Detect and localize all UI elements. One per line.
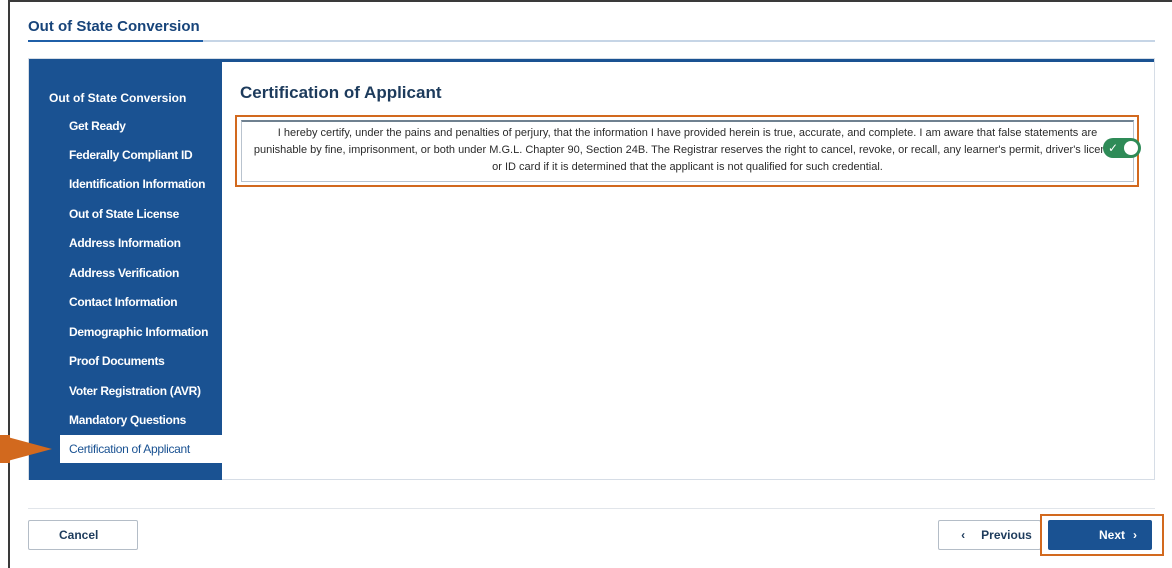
sidebar-item-mandatory-questions[interactable]: Mandatory Questions xyxy=(60,406,222,434)
sidebar-item-get-ready[interactable]: Get Ready xyxy=(60,112,222,140)
toggle-knob xyxy=(1124,141,1138,155)
sidebar-item-identification-information[interactable]: Identification Information xyxy=(60,170,222,198)
sidebar-item-address-information[interactable]: Address Information xyxy=(60,229,222,257)
sidebar-item-contact-information[interactable]: Contact Information xyxy=(60,288,222,316)
chevron-left-icon: ‹ xyxy=(961,528,966,542)
previous-button-label: Previous xyxy=(981,528,1032,542)
chevron-right-icon: › xyxy=(1133,528,1137,542)
next-button-label: Next xyxy=(1098,528,1125,542)
next-button[interactable]: Next › xyxy=(1048,520,1152,550)
sidebar-item-out-of-state-license[interactable]: Out of State License xyxy=(60,200,222,228)
footer-divider xyxy=(28,508,1155,509)
certify-toggle[interactable]: ✓ xyxy=(1103,138,1141,158)
cancel-button[interactable]: Cancel xyxy=(28,520,138,550)
sidebar-item-address-verification[interactable]: Address Verification xyxy=(60,259,222,287)
annotation-arrow-icon xyxy=(0,435,52,463)
sidebar-item-proof-documents[interactable]: Proof Documents xyxy=(60,347,222,375)
sidebar-item-certification-of-applicant[interactable]: Certification of Applicant xyxy=(60,435,222,463)
section-title: Certification of Applicant xyxy=(240,83,442,102)
cancel-button-label: Cancel xyxy=(59,528,99,542)
wizard-sidebar: Out of State Conversion Get Ready Federa… xyxy=(29,62,222,480)
page-title: Out of State Conversion xyxy=(28,18,200,35)
certification-highlight: I hereby certify, under the pains and pe… xyxy=(235,115,1141,187)
previous-button[interactable]: ‹ Previous xyxy=(938,520,1041,550)
sidebar-item-federally-compliant-id[interactable]: Federally Compliant ID xyxy=(60,141,222,169)
sidebar-item-voter-registration[interactable]: Voter Registration (AVR) xyxy=(60,377,222,405)
wizard-panel: Out of State Conversion Get Ready Federa… xyxy=(28,58,1155,480)
check-icon: ✓ xyxy=(1108,141,1119,155)
title-underline xyxy=(28,40,203,42)
certification-box: I hereby certify, under the pains and pe… xyxy=(241,120,1134,182)
sidebar-item-demographic-information[interactable]: Demographic Information xyxy=(60,318,222,346)
certification-text: I hereby certify, under the pains and pe… xyxy=(253,127,1122,173)
sidebar-heading: Out of State Conversion xyxy=(49,91,187,105)
